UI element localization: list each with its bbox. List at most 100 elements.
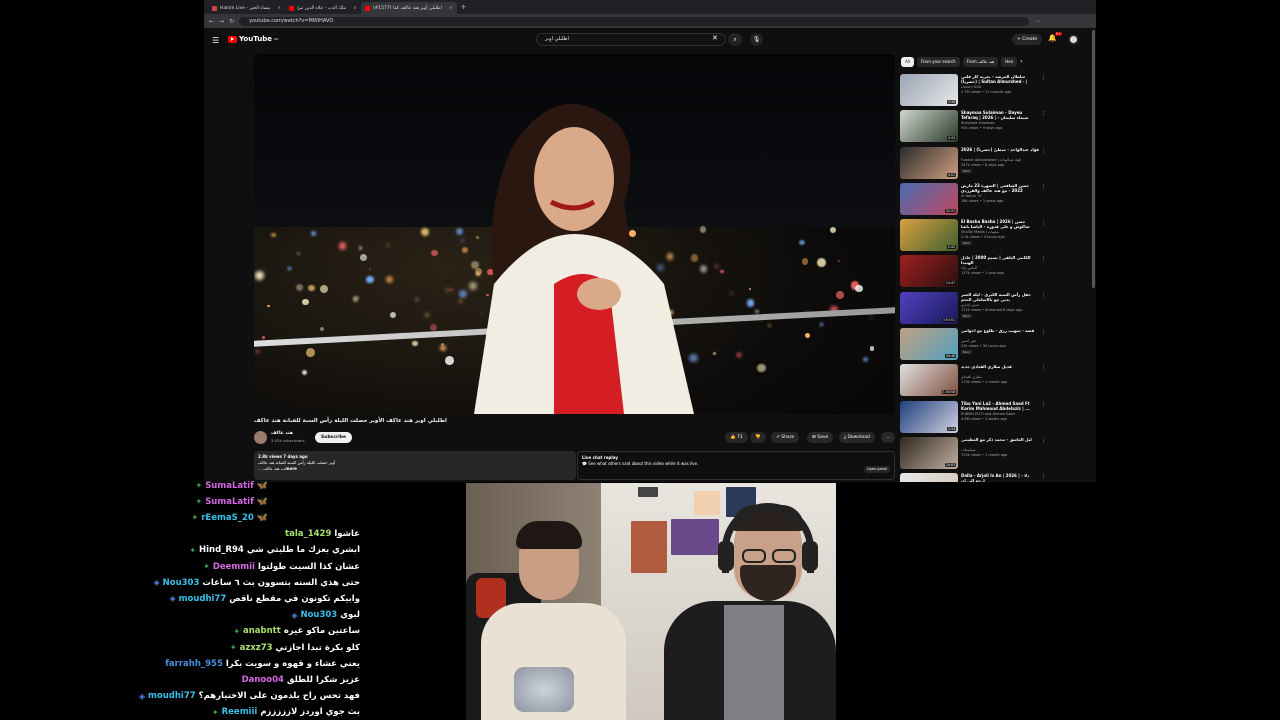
url-field[interactable]: youtube.com/watch?v=MWIHAVO: [239, 16, 1030, 26]
video-thumbnail[interactable]: 32:21: [900, 182, 958, 215]
chat-username[interactable]: Nou303: [300, 610, 337, 620]
clear-search-icon[interactable]: ✕: [712, 34, 718, 42]
rec-channel[interactable]: مسلسلات: [961, 448, 1039, 452]
recommended-video[interactable]: 2:34 Tiba Yani La2 - Ahmed Saad Ft Karim …: [900, 399, 1050, 435]
chat-username[interactable]: moudhi77: [179, 594, 227, 604]
chevron-right-icon[interactable]: ›: [1020, 57, 1022, 67]
more-vert-icon[interactable]: ⋮: [1041, 438, 1046, 444]
open-panel-button[interactable]: Open panel: [863, 466, 890, 473]
close-icon[interactable]: ×: [277, 6, 281, 11]
rec-title[interactable]: حسن الشافعي | السهرة 23 مارس 2022 - مع ه…: [961, 183, 1039, 193]
rec-title[interactable]: سلطان المرشد - بخرنه كار قلبي (حصرياً) |…: [961, 74, 1039, 84]
search-input[interactable]: اطلبلي اوبر: [536, 33, 726, 46]
voice-search-button[interactable]: 🎙: [750, 33, 763, 46]
search-button[interactable]: ⌕: [728, 33, 742, 46]
chat-username[interactable]: moudhi77: [148, 691, 196, 701]
recommended-video[interactable]: 4:51 فؤاد عبدالواحد - مبطيّ (حصرياً) | 20…: [900, 145, 1050, 181]
close-icon[interactable]: ×: [353, 6, 357, 11]
rec-channel[interactable]: Al Nahar TV: [961, 194, 1039, 198]
more-vert-icon[interactable]: ⋮: [1041, 184, 1046, 190]
chip-from-search[interactable]: From your search: [916, 57, 960, 67]
rec-channel[interactable]: حسن إنداري: [961, 303, 1039, 307]
recommended-video[interactable]: 2:42 El Basha Basha | 2026 | حسن شاكوش و …: [900, 217, 1050, 253]
video-thumbnail[interactable]: 3:36: [900, 74, 958, 106]
video-thumbnail[interactable]: 2:42: [900, 219, 958, 252]
create-button[interactable]: + Create: [1012, 34, 1043, 45]
more-vert-icon[interactable]: ⋮: [1041, 256, 1046, 262]
recommended-video[interactable]: 4:43 Shaymaa Sulaiman - Dayeu Tefaraq | 2…: [900, 108, 1050, 144]
more-vert-icon[interactable]: ⋮: [1041, 402, 1046, 408]
extensions-icon[interactable]: ⋯: [1034, 18, 1040, 25]
rec-title[interactable]: Tiba Yani La2 - Ahmed Saad Ft Karim Mahm…: [961, 401, 1039, 411]
tab-song[interactable]: ملك الدب - علاء الدين ميّ ×: [285, 2, 361, 14]
video-thumbnail[interactable]: 3:54:51: [900, 291, 958, 324]
video-thumbnail[interactable]: 20:03: [900, 436, 958, 469]
more-vert-icon[interactable]: ⋮: [1041, 365, 1046, 371]
download-button[interactable]: ⤓ Download: [839, 432, 875, 443]
chat-username[interactable]: Reemiii: [222, 707, 258, 717]
video-thumbnail[interactable]: 40:46: [900, 328, 958, 361]
recommended-video[interactable]: 14:47 الكاتبي البلقي | نسيم 2000 | عادل ا…: [900, 253, 1050, 289]
more-vert-icon[interactable]: ⋮: [1041, 293, 1046, 299]
rec-channel[interactable]: آلماس رائد: [961, 266, 1039, 270]
new-tab-button[interactable]: +: [461, 3, 467, 11]
rec-channel[interactable]: علي أدمين: [961, 339, 1039, 343]
chat-username[interactable]: Danoo04: [242, 675, 284, 685]
more-vert-icon[interactable]: ⋮: [1041, 148, 1046, 154]
page-scrollbar[interactable]: [1092, 30, 1095, 288]
forward-icon[interactable]: →: [219, 18, 224, 25]
chat-username[interactable]: tala_1429: [285, 529, 331, 539]
rec-title[interactable]: فؤاد عبدالواحد - مبطيّ (حصرياً) | 2026: [961, 147, 1039, 152]
recommended-video[interactable]: 20:03 ليل العاشق - محمد ذكر مع العظيمى مسل…: [900, 435, 1050, 471]
channel-name[interactable]: هند عاكف: [271, 431, 293, 436]
channel-avatar[interactable]: [254, 431, 267, 444]
video-thumbnail[interactable]: 14:47: [900, 255, 958, 288]
reload-icon[interactable]: ↻: [229, 18, 234, 25]
chat-username[interactable]: SumaLatif: [205, 497, 254, 507]
video-thumbnail[interactable]: 1:00:58: [900, 364, 958, 397]
recommended-video[interactable]: Dalla - Arjoli Is An | 2026 | دلا - ارجع…: [900, 471, 1050, 482]
hamburger-menu-icon[interactable]: ☰: [212, 36, 219, 45]
rec-channel[interactable]: سلاري القيادي: [961, 375, 1039, 379]
chat-username[interactable]: anabntt: [243, 626, 281, 636]
rec-channel[interactable]: Sha3bi Media | شعبيات: [961, 230, 1039, 234]
rec-channel[interactable]: Fuadah Abdulwahad | فؤاد عبدالواحد: [961, 158, 1039, 162]
chat-username[interactable]: SumaLatif: [205, 481, 254, 491]
chat-username[interactable]: rEemaS_20: [201, 513, 254, 523]
rec-title[interactable]: الكاتبي البلقي | نسيم 2000 | عادل الهبيد…: [961, 255, 1039, 265]
more-actions-button[interactable]: ...: [881, 432, 896, 443]
dislike-button[interactable]: 👎: [750, 432, 766, 443]
video-thumbnail[interactable]: 4:43: [900, 110, 958, 143]
rec-title[interactable]: ليل العاشق - محمد ذكر مع العظيمى: [961, 437, 1039, 442]
back-icon[interactable]: ←: [209, 18, 214, 25]
chip-all[interactable]: All: [901, 57, 914, 67]
subscribe-button[interactable]: Subscribe: [315, 432, 353, 443]
chat-username[interactable]: Deemmii: [213, 562, 255, 572]
chip-from-channel[interactable]: From هند عاكف: [962, 57, 999, 67]
share-button[interactable]: ↗ Share: [771, 432, 800, 443]
recommended-video[interactable]: 3:36 سلطان المرشد - بخرنه كار قلبي (حصريا…: [900, 72, 1050, 108]
recommended-video[interactable]: 32:21 حسن الشافعي | السهرة 23 مارس 2022 -…: [900, 181, 1050, 217]
chat-username[interactable]: farrahh_955: [165, 659, 223, 669]
chat-username[interactable]: Hind_R94: [199, 545, 244, 555]
close-icon[interactable]: ×: [449, 6, 453, 11]
youtube-logo[interactable]: YouTube SA: [228, 35, 278, 43]
rec-channel[interactable]: Shaymaa Sulaiman: [961, 121, 1039, 125]
rec-title[interactable]: El Basha Basha | 2026 | حسن شاكوش و علي …: [961, 219, 1039, 229]
more-vert-icon[interactable]: ⋮: [1041, 111, 1046, 117]
more-vert-icon[interactable]: ⋮: [1041, 220, 1046, 226]
recommended-video[interactable]: 40:46 قصة - سهيب رزق - طلوع مع اجوامي علي …: [900, 326, 1050, 362]
recommended-video[interactable]: 3:54:51 حفل رأس السنة الكبرى - ليلة العمر…: [900, 290, 1050, 326]
video-thumbnail[interactable]: 4:51: [900, 146, 958, 179]
rec-title[interactable]: Shaymaa Sulaiman - Dayeu Tefaraq | 2026 …: [961, 110, 1039, 120]
rec-title[interactable]: حفل رأس السنة الكبرى - ليلة العمر بدبي م…: [961, 292, 1039, 302]
tab-youtube-active[interactable]: (#1577) اطلبلي أوبر هند عاكف كما ×: [360, 2, 457, 14]
chat-username[interactable]: azxz73: [240, 643, 273, 653]
video-thumbnail[interactable]: [900, 473, 958, 482]
video-thumbnail[interactable]: 2:34: [900, 400, 958, 433]
rec-title[interactable]: قديل سلاري القيادي جديد: [961, 364, 1039, 369]
chip-partial[interactable]: Hen: [1001, 57, 1018, 67]
rec-title[interactable]: قصة - سهيب رزق - طلوع مع اجوامي: [961, 328, 1039, 333]
account-avatar[interactable]: [1068, 34, 1079, 45]
more-vert-icon[interactable]: ⋮: [1041, 75, 1046, 81]
